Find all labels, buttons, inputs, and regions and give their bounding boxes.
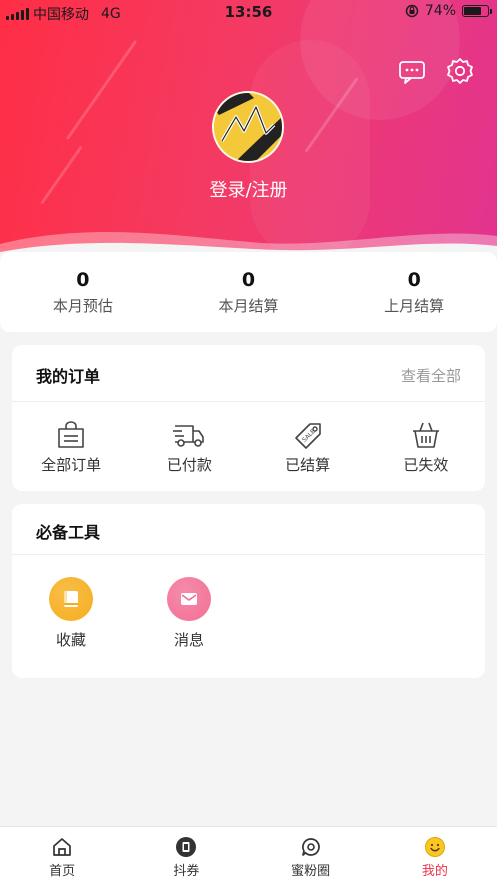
order-tab-label: 已付款 [166,456,212,474]
mail-icon [181,593,197,605]
bag-icon [58,421,84,448]
messages-icon-circle [167,577,211,621]
order-tab-label: 全部订单 [41,456,102,474]
my-orders-card: 我的订单 查看全部 全部订单 已付款 SALE 已结算 已失效 [12,345,485,491]
stat-value: 0 [241,269,256,291]
gear-icon [447,58,473,84]
tool-favorites[interactable]: 收藏 [12,555,130,650]
smile-icon [424,837,445,857]
tab-coupons[interactable]: 抖券 [124,827,248,884]
favorites-icon-circle [49,577,93,621]
essential-tools-card: 必备工具 收藏 消息 [12,504,485,678]
stat-this-month-settled[interactable]: 0 本月结算 [166,252,332,332]
tab-label: 抖券 [173,864,200,879]
stat-this-month-estimate[interactable]: 0 本月预估 [0,252,166,332]
order-tab-paid[interactable]: 已付款 [130,402,248,490]
order-tab-settled[interactable]: SALE 已结算 [249,402,367,490]
home-icon [53,838,71,856]
avatar[interactable] [212,91,284,163]
coupon-icon [176,837,197,857]
order-tab-expired[interactable]: 已失效 [367,402,485,490]
tab-label: 蜜粉圈 [291,864,331,879]
tab-label: 我的 [421,864,448,879]
battery-percent: 74% [424,3,456,19]
tab-label: 首页 [49,864,76,879]
tool-label: 收藏 [55,631,86,649]
stat-label: 本月结算 [218,297,279,315]
order-tab-label: 已失效 [403,456,449,474]
message-icon [399,61,425,84]
status-bar: 中国移动 4G 13:56 74% [0,0,497,26]
truck-icon [173,425,205,447]
bottom-tab-bar: 首页 抖券 蜜粉圈 我的 [0,826,497,884]
avatar-logo-icon [214,93,282,161]
order-tab-all[interactable]: 全部订单 [12,402,130,490]
message-button[interactable] [397,56,427,86]
chat-circle-icon [301,838,320,856]
basket-icon [412,422,439,448]
book-icon [64,591,78,607]
stat-label: 上月结算 [384,297,445,315]
tool-label: 消息 [173,631,204,649]
order-tab-label: 已结算 [285,456,331,474]
rotation-lock-icon [405,4,419,18]
my-orders-title: 我的订单 [36,367,101,386]
login-register-link[interactable]: 登录/注册 [0,176,497,202]
earnings-stats: 0 本月预估 0 本月结算 0 上月结算 [0,252,497,332]
tag-icon: SALE [294,423,321,449]
stat-value: 0 [407,269,421,291]
tab-home[interactable]: 首页 [0,827,124,884]
tab-fan-circle[interactable]: 蜜粉圈 [249,827,373,884]
settings-button[interactable] [445,56,475,86]
stat-value: 0 [76,269,90,291]
essential-tools-title: 必备工具 [36,523,101,542]
view-all-orders-link[interactable]: 查看全部 [401,365,461,386]
tab-mine[interactable]: 我的 [373,827,497,884]
battery-icon [462,5,492,17]
stat-label: 本月预估 [52,297,113,315]
stat-last-month-settled[interactable]: 0 上月结算 [331,252,497,332]
tool-messages[interactable]: 消息 [130,555,248,650]
